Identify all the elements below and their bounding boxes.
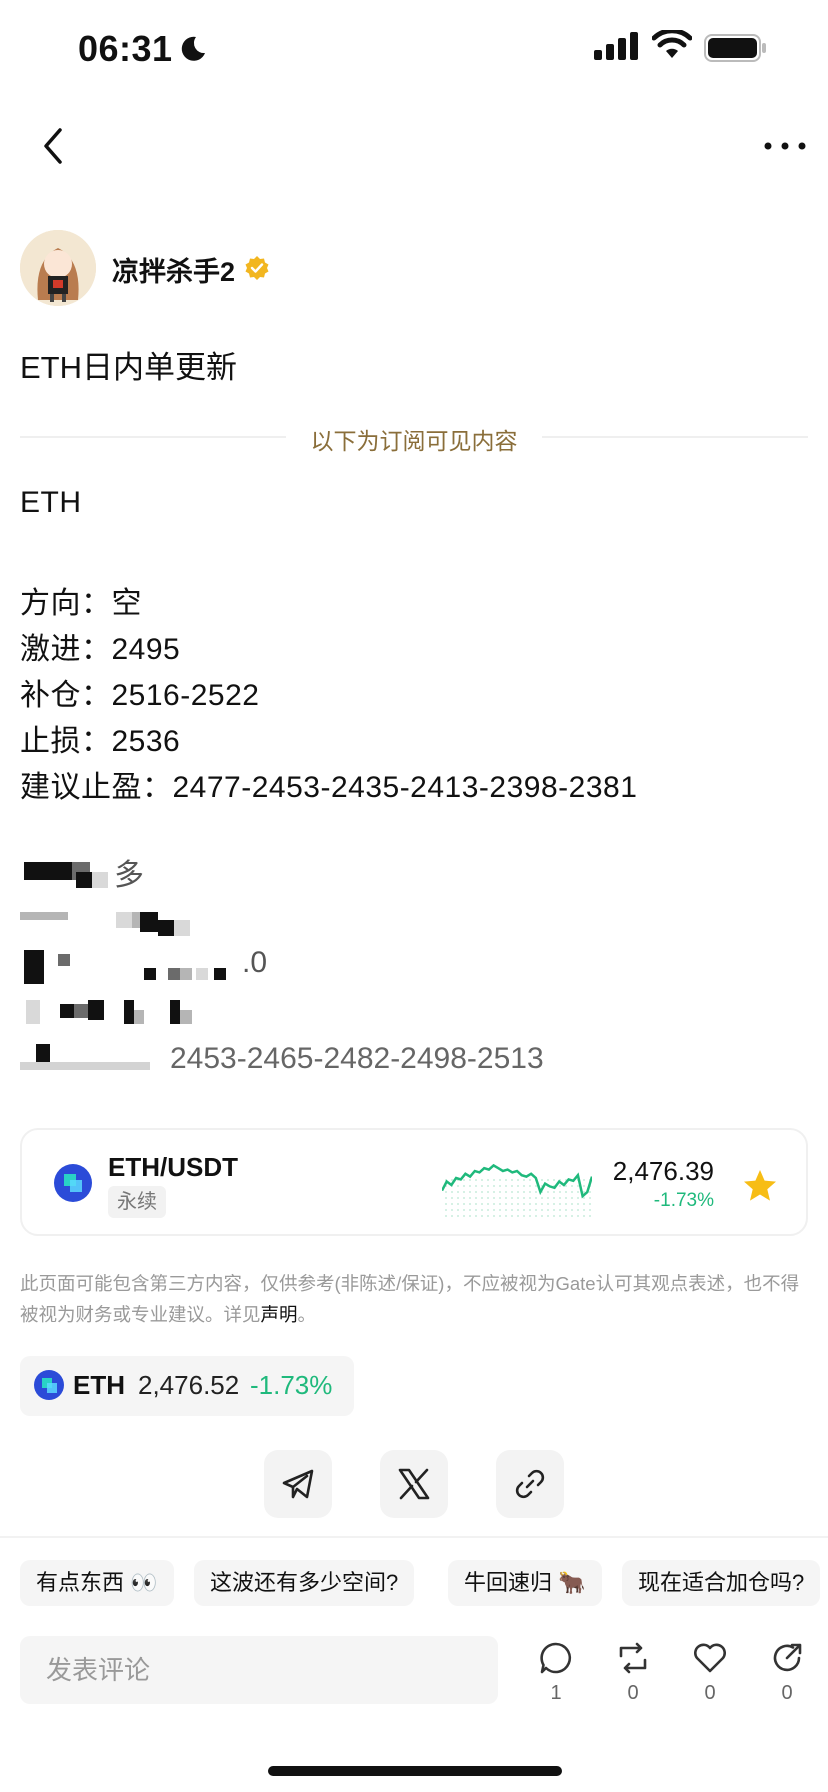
post-line-add-position: 补仓：2516-2522: [20, 679, 260, 712]
comment-icon: [540, 1642, 572, 1674]
quick-reply-4[interactable]: 现在适合加仓吗?: [622, 1560, 821, 1606]
eth-price-chip[interactable]: ETH 2,476.52 -1.73%: [20, 1356, 354, 1416]
disclaimer-link[interactable]: 声明: [261, 1304, 298, 1325]
third-party-disclaimer: 此页面可能包含第三方内容，仅供参考(非陈述/保证)，不应被视为Gate认可其观点…: [20, 1273, 800, 1325]
share-count: 0: [781, 1682, 793, 1704]
share-icon: [773, 1643, 802, 1672]
market-price: 2,476.39: [612, 1156, 714, 1186]
eth-coin-icon: [34, 1370, 64, 1400]
moon-icon: [181, 36, 205, 61]
post-line-direction: 方向：空: [20, 587, 142, 620]
eth-chip-change: -1.73%: [250, 1370, 333, 1400]
repost-icon: [619, 1642, 647, 1674]
market-pair: ETH/USDT: [108, 1152, 238, 1182]
contract-type-tag: 永续: [108, 1186, 166, 1218]
share-telegram-button[interactable]: [264, 1450, 332, 1518]
comment-button[interactable]: 1: [531, 1640, 581, 1705]
subscriber-divider-label: 以下为订阅可见内容: [310, 428, 518, 454]
post-line-take-profit: 建议止盈：2477-2453-2435-2413-2398-2381: [20, 771, 638, 804]
copy-link-button[interactable]: [496, 1450, 564, 1518]
post-line-aggressive: 激进：2495: [20, 633, 181, 666]
favorite-star-icon[interactable]: [742, 1168, 778, 1204]
quick-reply-3[interactable]: 牛回速归 🐂: [448, 1560, 602, 1606]
blurred-content: 多 .0 2453-2465-2482-2498-2513: [20, 850, 620, 1080]
market-card[interactable]: ETH/USDT 永续 2,476.39 -1.73%: [20, 1128, 808, 1236]
like-button[interactable]: 0: [685, 1640, 735, 1705]
comment-input[interactable]: 发表评论: [20, 1636, 498, 1704]
share-button[interactable]: 0: [762, 1640, 812, 1705]
quick-reply-2[interactable]: 这波还有多少空间?: [194, 1560, 415, 1606]
comment-count: 1: [550, 1682, 562, 1704]
like-count: 0: [704, 1682, 716, 1704]
repost-count: 0: [627, 1682, 639, 1704]
eth-chip-symbol: ETH: [73, 1370, 125, 1400]
post-title: ETH日内单更新: [20, 350, 237, 385]
post-line-symbol: ETH: [20, 486, 82, 519]
quick-reply-1[interactable]: 有点东西 👀: [20, 1560, 174, 1606]
post-line-stop-loss: 止损：2536: [20, 725, 181, 758]
heart-icon: [694, 1643, 726, 1673]
avatar[interactable]: [20, 230, 96, 306]
section-divider: [0, 1536, 828, 1538]
status-bar: 06:31: [0, 0, 828, 100]
more-options-icon[interactable]: [760, 128, 810, 164]
telegram-icon: [282, 1469, 314, 1499]
link-icon: [515, 1469, 545, 1499]
gate-coin-icon: [54, 1164, 92, 1202]
back-button[interactable]: [34, 124, 74, 168]
x-logo-icon: [398, 1468, 430, 1500]
price-sparkline: [442, 1163, 592, 1217]
battery-icon: [704, 34, 766, 62]
market-change: -1.73%: [653, 1190, 714, 1211]
verified-badge-icon: [245, 256, 269, 280]
eth-chip-price: 2,476.52: [138, 1370, 240, 1400]
status-time: 06:31: [78, 28, 173, 69]
wifi-icon: [652, 30, 692, 58]
home-indicator: [268, 1766, 562, 1776]
repost-button[interactable]: 0: [608, 1640, 658, 1705]
cellular-signal-icon: [594, 32, 638, 60]
share-x-button[interactable]: [380, 1450, 448, 1518]
author-name[interactable]: 凉拌杀手2: [112, 250, 235, 289]
